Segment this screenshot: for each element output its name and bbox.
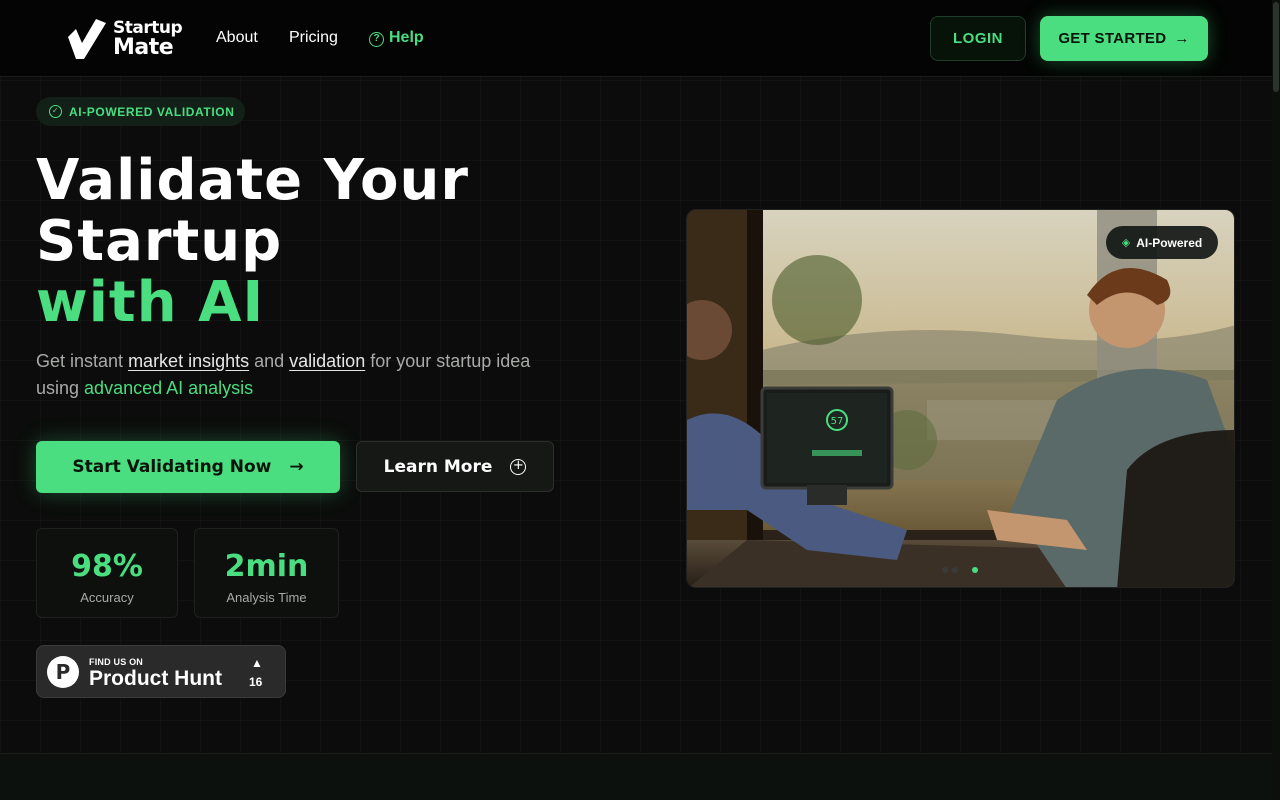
subtitle-text-2: and [249,351,290,371]
learn-more-button[interactable]: Learn More + [356,441,554,492]
nav-help[interactable]: ? Help [369,29,424,47]
check-circle-icon: ✓ [49,105,62,118]
hero-subtitle: Get instant market insights and validati… [36,348,556,402]
logo-text: Startup Mate [113,19,183,60]
product-hunt-badge[interactable]: P FIND US ON Product Hunt ▲ 16 [36,645,286,698]
subtitle-text-1: Get instant [36,351,129,371]
help-circle-icon: ? [369,32,384,47]
upvote-count: 16 [249,675,263,689]
nav-about[interactable]: About [216,29,258,47]
nav-pricing[interactable]: Pricing [289,29,338,47]
market-insights-link[interactable]: market insights [128,351,249,371]
plus-circle-icon: + [510,458,527,475]
product-hunt-logo-icon: P [47,656,79,688]
upvote-triangle-icon: ▲ [251,656,263,670]
product-hunt-name: Product Hunt [89,667,222,690]
screen-score: 57 [831,416,844,427]
nav-help-label: Help [389,29,424,46]
validation-link[interactable]: validation [289,351,365,371]
office-meeting-photo: 57 [687,210,1234,587]
login-button[interactable]: LOGIN [930,16,1026,61]
stat-analysis-time: 2min Analysis Time [194,528,339,618]
learn-more-label: Learn More [383,456,493,477]
logo-mark-icon [68,19,106,59]
headline-line-1: Validate Your [36,148,469,213]
layers-icon: ◈ [1121,237,1131,249]
stat-value: 98% [71,549,143,584]
product-hunt-tagline: FIND US ON [89,657,144,667]
get-started-button[interactable]: GET STARTED → [1040,16,1208,61]
subtitle-highlight: advanced AI analysis [84,378,254,398]
top-navbar: Startup Mate About Pricing ? Help LOGIN G… [0,0,1272,77]
ai-powered-pill: ◈ AI-Powered [1106,226,1218,259]
start-validating-label: Start Validating Now [72,457,272,477]
arrow-right-icon: → [1174,30,1190,47]
stat-label: Accuracy [80,590,134,605]
start-validating-button[interactable]: Start Validating Now → [36,441,340,493]
logo-line-2: Mate [113,35,174,60]
scrollbar-thumb[interactable] [1273,2,1279,92]
stat-accuracy: 98% Accuracy [36,528,178,618]
headline-line-2: Startup [36,209,283,274]
page-scrollbar[interactable] [1272,0,1280,800]
startup-mate-logo[interactable]: Startup Mate [66,17,198,61]
arrow-right-icon: → [289,457,304,477]
hero-image: 57 ◈ AI-Powered [686,209,1235,588]
stat-label: Analysis Time [226,590,307,605]
ai-pill-label: AI-Powered [1136,235,1203,250]
next-section-edge [0,753,1272,800]
get-started-label: GET STARTED [1058,30,1167,47]
badge-label: AI-POWERED VALIDATION [69,104,235,119]
headline-line-3: with AI [36,270,265,335]
stat-value: 2min [224,549,309,584]
hero-headline: Validate Your Startup with AI [36,150,469,333]
ai-powered-badge: ✓ AI-POWERED VALIDATION [36,97,245,126]
